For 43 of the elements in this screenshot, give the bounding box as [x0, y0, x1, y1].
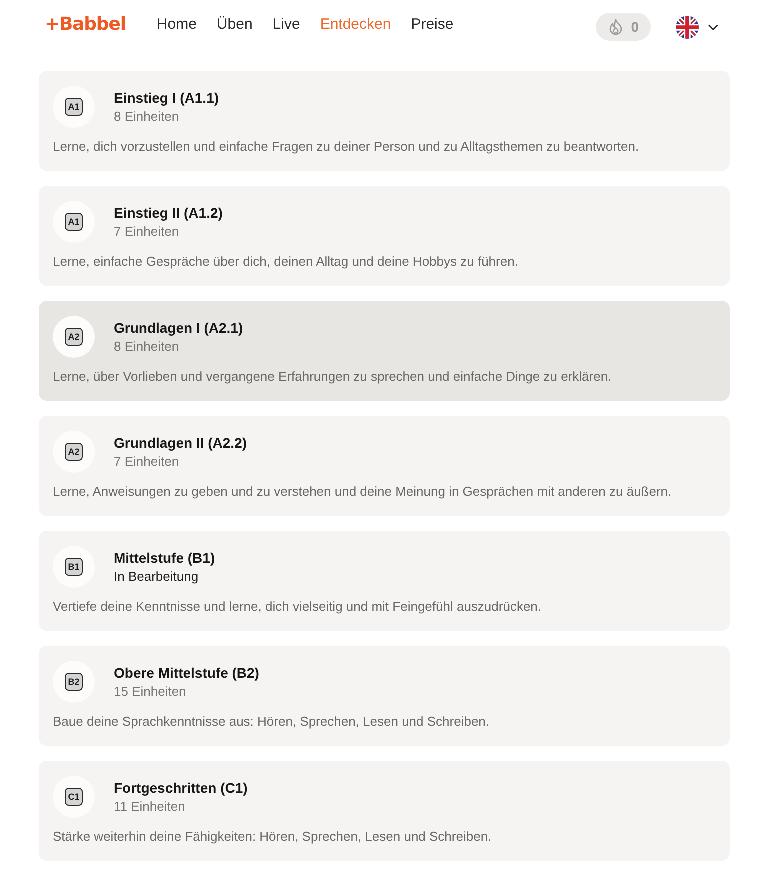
- chevron-down-icon: [708, 24, 719, 30]
- course-title: Grundlagen I (A2.1): [114, 318, 244, 338]
- nav-link[interactable]: Preise: [411, 16, 454, 32]
- level-badge: A2: [65, 443, 83, 461]
- course-title: Einstieg I (A1.1): [114, 88, 220, 108]
- level-badge: B2: [65, 673, 83, 691]
- course-card[interactable]: C1 Fortgeschritten (C1) 11 Einheiten Stärke weiterhin deine Fähigkeiten: Hören, Sprechen, Lesen und Schreiben.: [39, 761, 730, 861]
- course-title: Obere Mittelstufe (B2): [114, 664, 260, 682]
- course-title: Mittelstufe (B1): [114, 548, 216, 568]
- level-badge: A1: [65, 213, 83, 231]
- course-title: Grundlagen II (A2.2): [114, 434, 248, 452]
- level-badge: C1: [65, 788, 83, 806]
- flame-icon: [609, 19, 624, 35]
- course-description: Lerne, Anweisungen zu geben und zu verstehen und deine Meinung in Gesprächen mit anderen zu äußern.: [53, 483, 673, 501]
- level-badge: B1: [65, 558, 83, 576]
- course-status: 11 Einheiten: [114, 798, 186, 816]
- course-card[interactable]: A2 Grundlagen I (A2.1) 8 Einheiten Lerne, über Vorlieben und vergangene Erfahrungen zu sprechen und einfache Dinge zu erklären.: [39, 301, 730, 401]
- course-title: Einstieg II (A1.2): [114, 204, 223, 222]
- course-card[interactable]: A1 Einstieg I (A1.1) 8 Einheiten Lerne, dich vorzustellen und einfache Fragen zu deiner Person und zu Alltagsthemen zu beantworten.: [39, 71, 730, 171]
- nav-link[interactable]: Live: [272, 16, 300, 32]
- course-status: 7 Einheiten: [114, 452, 180, 470]
- course-title: Fortgeschritten (C1): [114, 778, 248, 798]
- course-card[interactable]: B2 Obere Mittelstufe (B2) 15 Einheiten Baue deine Sprachkenntnisse aus: Hören, Sprechen, Lesen und Schreiben.: [39, 646, 730, 746]
- course-card[interactable]: A2 Grundlagen II (A2.2) 7 Einheiten Lerne, Anweisungen zu geben und zu verstehen und deine Meinung in Gesprächen mit anderen zu äußern.: [39, 416, 730, 516]
- course-description: Lerne, über Vorlieben und vergangene Erfahrungen zu sprechen und einfache Dinge zu erklären.: [53, 368, 613, 386]
- course-status: 8 Einheiten: [114, 108, 180, 126]
- course-status: In Bearbeitung: [114, 568, 200, 586]
- course-description: Baue deine Sprachkenntnisse aus: Hören, Sprechen, Lesen und Schreiben.: [53, 713, 491, 731]
- course-description: Stärke weiterhin deine Fähigkeiten: Hören, Sprechen, Lesen und Schreiben.: [53, 828, 493, 846]
- course-status: 8 Einheiten: [114, 338, 180, 356]
- course-description: Lerne, einfache Gespräche über dich, deinen Alltag und deine Hobbys zu führen.: [53, 253, 520, 271]
- nav-link[interactable]: Üben: [216, 16, 253, 32]
- course-description: Vertiefe deine Kenntnisse und lerne, dich vielseitig und mit Feingefühl auszudrücken.: [53, 598, 543, 616]
- nav-link[interactable]: Home: [156, 16, 197, 32]
- course-status: 7 Einheiten: [114, 222, 180, 240]
- level-badge: A2: [65, 328, 83, 346]
- course-status: 15 Einheiten: [114, 682, 188, 700]
- course-description: Lerne, dich vorzustellen und einfache Fragen zu deiner Person und zu Alltagsthemen zu beantworten.: [53, 138, 640, 156]
- flag-icon: [676, 16, 699, 38]
- course-card[interactable]: B1 Mittelstufe (B1) In Bearbeitung Vertiefe deine Kenntnisse und lerne, dich vielseitig und mit Feingefühl auszudrücken.: [39, 531, 730, 631]
- course-card[interactable]: A1 Einstieg II (A1.2) 7 Einheiten Lerne, einfache Gespräche über dich, deinen Alltag und deine Hobbys zu führen.: [39, 186, 730, 286]
- level-badge: A1: [65, 98, 83, 116]
- language-button[interactable]: [676, 16, 719, 38]
